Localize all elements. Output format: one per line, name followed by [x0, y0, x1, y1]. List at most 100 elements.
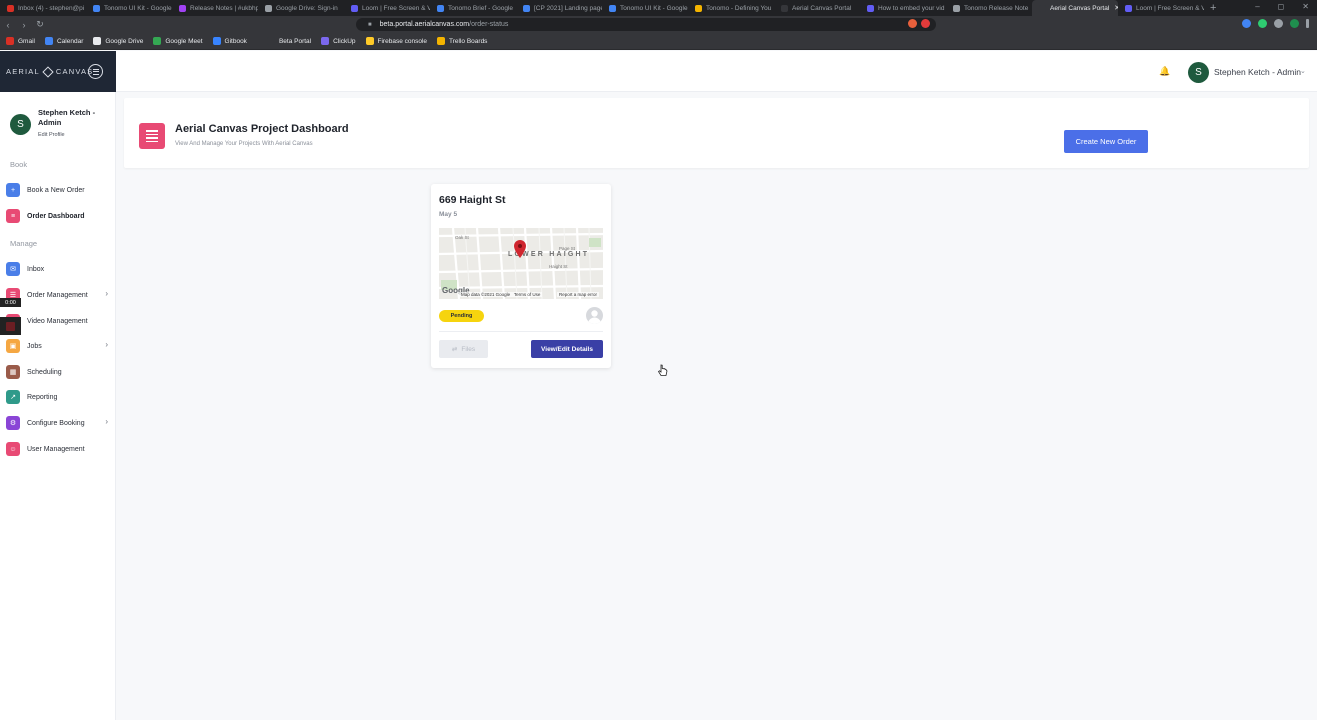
- browser-tab[interactable]: Tonomo - Defining You: [688, 0, 774, 16]
- browser-tab[interactable]: Loom | Free Screen & V: [344, 0, 430, 16]
- tab-favicon-icon: [437, 4, 444, 12]
- report-map-error-link[interactable]: Report a map error: [557, 292, 600, 297]
- sidebar-item-label: Inbox: [27, 265, 45, 273]
- sidebar-item-label: Order Management: [27, 291, 88, 299]
- schedule-icon: ▦: [6, 365, 20, 379]
- kebab-menu-icon[interactable]: [1306, 19, 1309, 28]
- bookmark-link[interactable]: Gmail: [6, 37, 35, 45]
- tab-title: Aerial Canvas Portal: [792, 4, 852, 12]
- bookmark-icon: [44, 37, 53, 45]
- bookmarks-bar: Gmail Calendar Google Drive Google Meet Gitb…: [0, 33, 1317, 50]
- section-label-book: Book: [10, 160, 28, 169]
- terms-link[interactable]: Terms of Use: [514, 292, 541, 297]
- briefcase-icon: ▣: [6, 339, 20, 353]
- bell-icon[interactable]: 🔔: [1159, 66, 1170, 77]
- bookmark-link[interactable]: Firebase console: [365, 37, 427, 45]
- profile-icon[interactable]: [1290, 19, 1299, 28]
- bookmark-link[interactable]: Beta Portal: [266, 37, 311, 45]
- sidebar-item-order-management[interactable]: ☰ Order Management ›: [6, 286, 112, 304]
- tab-title: How to embed your vid: [878, 4, 945, 12]
- sidebar-item-jobs[interactable]: ▣ Jobs ›: [6, 337, 112, 355]
- brave-shield-icon[interactable]: [908, 19, 917, 28]
- puzzle-icon[interactable]: [1274, 19, 1283, 28]
- mail-icon: ✉: [6, 262, 20, 276]
- browser-tab[interactable]: [CP 2021] Landing page: [516, 0, 602, 16]
- app-header: AERIAL CANVAS 🔔 S Stephen Ketch - Admin ⌄: [0, 51, 1317, 92]
- extension-icon[interactable]: [1258, 19, 1267, 28]
- browser-tab[interactable]: How to embed your vid: [860, 0, 946, 16]
- tab-title: [CP 2021] Landing page: [534, 4, 602, 12]
- browser-tab[interactable]: Aerial Canvas Portal ✕: [1032, 0, 1118, 16]
- view-edit-details-button[interactable]: View/Edit Details: [531, 340, 603, 358]
- bookmark-icon: [437, 37, 446, 45]
- bookmark-link[interactable]: Google Drive: [93, 37, 143, 45]
- bookmark-link[interactable]: Google Meet: [153, 37, 203, 45]
- browser-tab[interactable]: Loom | Free Screen & V: [1118, 0, 1204, 16]
- bookmark-link[interactable]: Calendar: [44, 37, 83, 45]
- tab-title: Aerial Canvas Portal: [1050, 4, 1110, 12]
- sidebar-item-user-management[interactable]: ☺ User Management: [6, 440, 112, 458]
- browser-tab[interactable]: Google Drive: Sign-in: [258, 0, 344, 16]
- sidebar-item-book-a-new-order[interactable]: + Book a New Order: [6, 181, 112, 199]
- close-window-button[interactable]: ✕: [1302, 2, 1309, 11]
- map-street-label: Oak St: [455, 235, 469, 240]
- assignee-avatar: [586, 307, 603, 324]
- brand-logo[interactable]: AERIAL CANVAS: [0, 51, 116, 92]
- sidebar-item-reporting[interactable]: ↗ Reporting: [6, 388, 112, 406]
- new-tab-button[interactable]: +: [1210, 2, 1216, 14]
- tab-title: Inbox (4) - stephen@pi: [18, 4, 85, 12]
- sidebar-item-inbox[interactable]: ✉ Inbox: [6, 260, 112, 278]
- create-new-order-button[interactable]: Create New Order: [1064, 130, 1148, 153]
- back-icon[interactable]: ‹: [0, 20, 16, 30]
- sidebar-item-video-management[interactable]: ▶Video Management: [6, 312, 112, 330]
- extension-icons: [1242, 19, 1309, 28]
- dashboard-header-card: Aerial Canvas Project Dashboard View And…: [124, 98, 1309, 168]
- bookmark-link[interactable]: Gitbook: [212, 37, 247, 45]
- forward-icon[interactable]: ›: [16, 20, 32, 30]
- browser-tab[interactable]: Tonomo Brief - Google: [430, 0, 516, 16]
- sidebar-item-label: Order Dashboard: [27, 212, 85, 220]
- tab-favicon-icon: [265, 4, 272, 12]
- minimize-button[interactable]: –: [1255, 2, 1259, 11]
- tab-favicon-icon: [953, 4, 960, 12]
- address-bar[interactable]: ■ beta.portal.aerialcanvas.com/order-sta…: [356, 18, 936, 31]
- page-title: Aerial Canvas Project Dashboard: [175, 123, 349, 135]
- browser-tab[interactable]: Tonomo Release Note: [946, 0, 1032, 16]
- sidebar-item-order-dashboard[interactable]: ≡ Order Dashboard: [6, 207, 112, 225]
- map-attribution: Map data ©2021 Google Terms of Use: [459, 292, 543, 297]
- browser-tab[interactable]: Tonomo UI Kit - Google: [86, 0, 172, 16]
- hamburger-menu-button[interactable]: [88, 64, 103, 79]
- order-map[interactable]: Oak St Page St Haight St LOWER HAIGHT Go…: [439, 228, 603, 299]
- maximize-button[interactable]: ◻: [1278, 2, 1285, 11]
- chevron-down-icon[interactable]: ⌄: [1300, 67, 1306, 75]
- reload-icon[interactable]: ↻: [32, 19, 48, 30]
- files-button[interactable]: ⇄ Files: [439, 340, 488, 358]
- bookmark-icon: [212, 37, 221, 45]
- settings-icon: ⚙: [6, 416, 20, 430]
- browser-tab[interactable]: Inbox (4) - stephen@pi: [0, 0, 86, 16]
- browser-tab[interactable]: Aerial Canvas Portal: [774, 0, 860, 16]
- avatar[interactable]: S: [10, 114, 31, 135]
- stop-recording-button[interactable]: [0, 317, 21, 335]
- bookmark-link[interactable]: Trello Boards: [437, 37, 487, 45]
- extension-icon[interactable]: [1242, 19, 1251, 28]
- divider: [439, 331, 603, 332]
- browser-tab[interactable]: Release Notes | #ukbhp2: [172, 0, 258, 16]
- tab-title: Loom | Free Screen & V: [1136, 4, 1204, 12]
- tab-title: Tonomo - Defining You: [706, 4, 772, 12]
- browser-tab[interactable]: Tonomo UI Kit - Google: [602, 0, 688, 16]
- sidebar-item-configure-booking[interactable]: ⚙ Configure Booking ›: [6, 414, 112, 432]
- browser-toolbar: ‹ › ↻ ■ beta.portal.aerialcanvas.com/ord…: [0, 16, 1317, 33]
- bookmark-link[interactable]: ClickUp: [321, 37, 356, 45]
- avatar[interactable]: S: [1188, 62, 1209, 83]
- tab-title: Tonomo UI Kit - Google: [620, 4, 688, 12]
- calendar-plus-icon: +: [6, 183, 20, 197]
- sidebar-item-scheduling[interactable]: ▦ Scheduling: [6, 363, 112, 381]
- tab-title: Tonomo Release Note: [964, 4, 1029, 12]
- edit-profile-link[interactable]: Edit Profile: [38, 132, 65, 138]
- brave-rewards-icon[interactable]: [921, 19, 930, 28]
- sidebar-item-label: Jobs: [27, 342, 42, 350]
- chevron-right-icon: ›: [105, 340, 108, 349]
- user-menu[interactable]: Stephen Ketch - Admin: [1214, 67, 1301, 77]
- tab-favicon-icon: [781, 4, 788, 12]
